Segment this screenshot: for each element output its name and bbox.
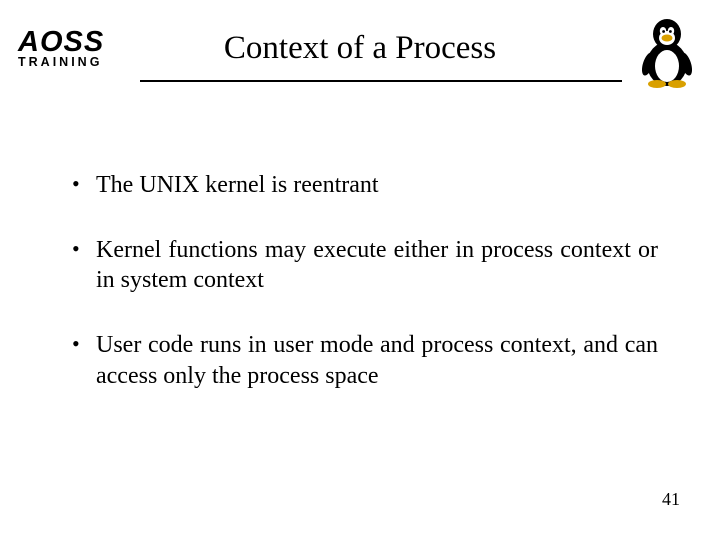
list-item: The UNIX kernel is reentrant (70, 170, 658, 201)
list-item: Kernel functions may execute either in p… (70, 235, 658, 296)
page-number: 41 (662, 489, 680, 510)
header-rule (140, 80, 622, 82)
slide-header: AOSS TRAINING Context of a Process (0, 18, 720, 88)
slide-body: The UNIX kernel is reentrant Kernel func… (70, 170, 658, 426)
list-item: User code runs in user mode and process … (70, 330, 658, 391)
slide-title: Context of a Process (0, 30, 720, 67)
tux-penguin-icon (636, 16, 698, 88)
bullet-list: The UNIX kernel is reentrant Kernel func… (70, 170, 658, 392)
